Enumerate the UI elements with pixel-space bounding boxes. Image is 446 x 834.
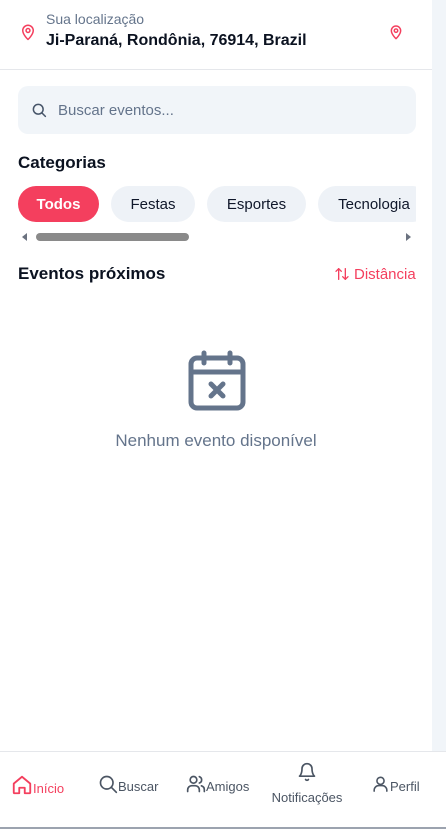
search-input[interactable] [58, 86, 408, 134]
category-chip-festas[interactable]: Festas [111, 186, 195, 222]
bottom-navigation: Início Buscar Amigos Notificações Perfil [0, 751, 446, 834]
sort-arrows-icon [335, 268, 349, 280]
search-icon [99, 775, 118, 794]
nav-item-notificacoes[interactable]: Notificações [271, 762, 343, 805]
nav-item-amigos[interactable]: Amigos [186, 774, 249, 794]
location-value: Ji-Paraná, Rondônia, 76914, Brazil [46, 32, 307, 49]
scroll-left-arrow-icon[interactable] [22, 233, 27, 241]
change-location-button[interactable] [386, 21, 406, 43]
location-label: Sua localização [46, 11, 145, 27]
scrollbar-track[interactable] [32, 233, 402, 241]
events-title: Eventos próximos [18, 264, 166, 283]
sort-by-distance-button[interactable]: Distância [334, 264, 416, 284]
app-screen: Sua localização Ji-Paraná, Rondônia, 769… [0, 0, 432, 834]
location-pin-icon [22, 24, 34, 41]
home-icon [12, 775, 32, 795]
nav-label: Buscar [118, 779, 159, 794]
nav-label: Perfil [390, 779, 420, 794]
empty-state-message: Nenhum evento disponível [115, 431, 317, 450]
search-icon [32, 103, 47, 118]
category-chip-label: Esportes [226, 195, 287, 213]
category-chip-label: Tecnologia [338, 195, 410, 213]
scrollbar-thumb[interactable] [36, 233, 189, 241]
categories-scrollbar[interactable] [18, 229, 416, 245]
map-pin-icon [390, 25, 402, 40]
nav-item-buscar[interactable]: Buscar [98, 774, 158, 794]
bell-icon [298, 762, 316, 782]
nav-label: Início [33, 781, 65, 796]
calendar-x-icon [188, 350, 246, 411]
category-chip-todos[interactable]: Todos [18, 186, 99, 222]
category-chip-esportes[interactable]: Esportes [207, 186, 306, 222]
location-header: Sua localização Ji-Paraná, Rondônia, 769… [0, 0, 432, 70]
categories-title: Categorias [18, 153, 106, 172]
categories-row: Todos Festas Esportes Tecnologia [18, 186, 416, 222]
bottom-edge-divider [0, 827, 446, 829]
nav-item-inicio[interactable]: Início [11, 774, 64, 796]
users-icon [186, 775, 206, 793]
sort-label: Distância [354, 265, 416, 283]
nav-label: Notificações [271, 790, 343, 805]
scroll-right-arrow-icon[interactable] [406, 233, 411, 241]
category-chip-label: Festas [130, 195, 176, 213]
categories-scroller: Todos Festas Esportes Tecnologia [18, 186, 416, 222]
category-chip-tecnologia[interactable]: Tecnologia [318, 186, 416, 222]
nav-item-perfil[interactable]: Perfil [371, 774, 420, 794]
page-gutter [432, 0, 446, 834]
user-icon [373, 776, 388, 792]
nav-label: Amigos [206, 779, 250, 794]
search-bar [18, 86, 416, 134]
category-chip-label: Todos [36, 195, 81, 213]
